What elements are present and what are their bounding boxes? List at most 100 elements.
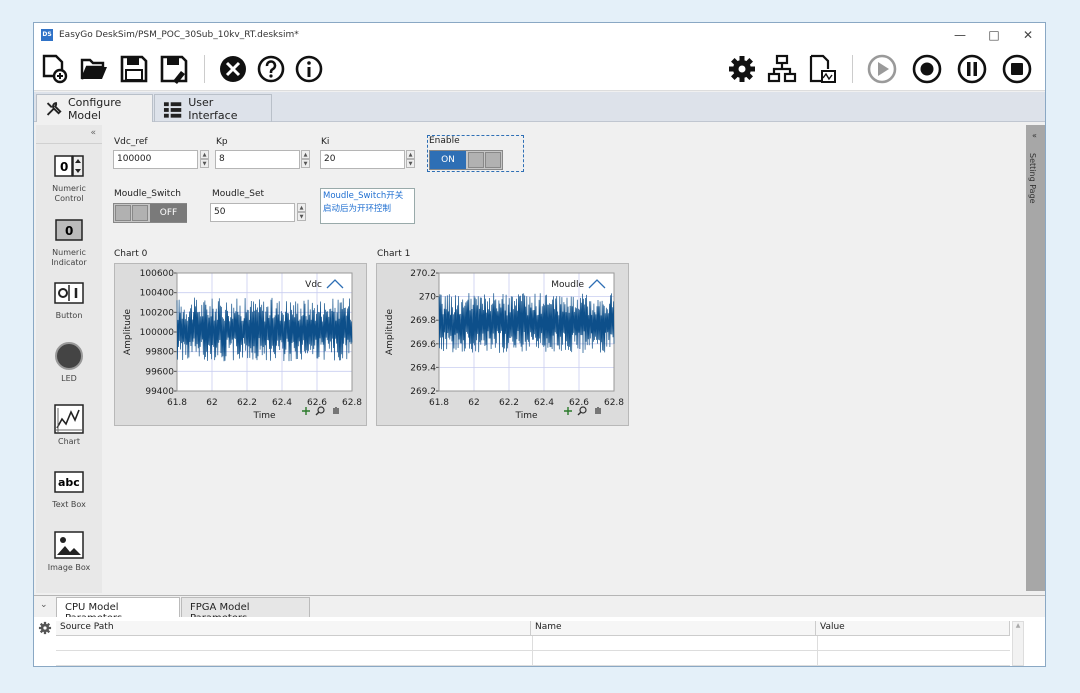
app-window: DS EasyGo DeskSim/PSM_POC_30Sub_10kv_RT.… — [33, 22, 1046, 667]
column-header-value[interactable]: Value — [816, 621, 1010, 636]
palette-label: LED — [61, 374, 77, 383]
open-folder-button[interactable] — [78, 53, 110, 85]
main-toolbar — [34, 47, 1045, 91]
tab-fpga-model-parameters[interactable]: FPGA Model Parameters — [181, 597, 310, 624]
x-tick-label: 62 — [468, 398, 479, 408]
ki-input[interactable]: 20 — [320, 150, 405, 169]
palette-label: Chart — [58, 437, 80, 446]
palette-image-box[interactable]: Image Box — [36, 530, 102, 573]
chart0-title: Chart 0 — [114, 249, 148, 259]
ki-stepper[interactable]: ▲ ▼ — [406, 150, 415, 169]
vdc-ref-stepper[interactable]: ▲ ▼ — [200, 150, 209, 169]
table-scrollbar[interactable]: ▲ — [1012, 621, 1024, 666]
column-header-source-path[interactable]: Source Path — [56, 621, 531, 636]
save-button[interactable] — [118, 53, 150, 85]
y-tick-label: 100200 — [140, 308, 175, 318]
note-line: Moudle_Switch开关 — [323, 191, 404, 201]
help-button[interactable] — [255, 53, 287, 85]
record-button[interactable] — [911, 53, 943, 85]
maximize-button[interactable]: □ — [977, 23, 1011, 47]
chart1-title: Chart 1 — [377, 249, 411, 259]
palette-label: Numeric — [52, 184, 86, 193]
chart1-widget[interactable]: 270.2 270 269.8 269.6 269.4 269.2 61.8 62 62.2 62… — [376, 263, 629, 426]
mode-tab-bar: Configure Model User Interface — [34, 92, 1045, 122]
tools-icon — [220, 56, 246, 82]
vdc-ref-label: Vdc_ref — [114, 137, 148, 147]
minimize-button[interactable]: — — [943, 23, 977, 47]
y-tick-label: 270.2 — [410, 269, 436, 279]
tab-cpu-model-parameters[interactable]: CPU Model Parameters — [56, 597, 180, 624]
note-line: 启动后为开环控制 — [323, 204, 392, 214]
collapse-bottom-icon[interactable]: ⌄ — [40, 600, 48, 610]
y-tick-label: 100600 — [140, 269, 175, 279]
tab-user-interface[interactable]: User Interface — [154, 94, 272, 122]
stop-button[interactable] — [1001, 53, 1033, 85]
open-folder-icon — [80, 58, 107, 80]
palette-label: Image Box — [47, 563, 91, 572]
save-as-button[interactable] — [158, 53, 190, 85]
palette-text-box[interactable]: abc Text Box — [36, 467, 102, 510]
chart0-widget[interactable]: 100600 100400 100200 100000 99800 99600 99400 6… — [114, 263, 367, 426]
palette-numeric-control[interactable]: 0 Numeric Control — [36, 151, 102, 204]
waveform-file-button[interactable] — [806, 53, 838, 85]
expand-setting-icon[interactable]: « — [1032, 131, 1037, 140]
tab-configure-model[interactable]: Configure Model — [36, 94, 153, 122]
y-tick-label: 269.8 — [410, 316, 436, 326]
tools-button[interactable] — [217, 53, 249, 85]
x-tick-label: 61.8 — [429, 398, 449, 408]
pan-hand-icon — [595, 407, 601, 414]
info-button[interactable] — [293, 53, 325, 85]
network-button[interactable] — [766, 53, 798, 85]
kp-input[interactable]: 8 — [215, 150, 300, 169]
y-axis-label: Amplitude — [385, 308, 395, 355]
settings-button[interactable] — [726, 53, 758, 85]
x-tick-label: 62.4 — [534, 398, 554, 408]
moudle-set-input[interactable]: 50 — [210, 203, 295, 222]
legend-label: Vdc — [305, 280, 322, 290]
y-tick-label: 99400 — [145, 387, 174, 397]
palette-numeric-indicator[interactable]: 0 Numeric Indicator — [36, 215, 102, 268]
setting-page-panel[interactable]: « Setting Page — [1026, 125, 1045, 591]
pause-icon — [957, 54, 987, 84]
x-axis-label: Time — [252, 411, 275, 421]
gear-icon[interactable] — [38, 621, 52, 638]
pause-button[interactable] — [956, 53, 988, 85]
palette-chart[interactable]: Chart — [36, 404, 102, 447]
enable-toggle[interactable]: ON — [429, 150, 503, 170]
column-header-name[interactable]: Name — [531, 621, 816, 636]
tab-label: Configure Model — [67, 95, 122, 122]
note-text-box: Moudle_Switch开关 启动后为开环控制 — [320, 188, 415, 224]
chart0-plot: 1006001004001002001000009980099600994006… — [123, 269, 362, 421]
stop-icon — [1002, 54, 1032, 84]
add-cursor-icon — [302, 407, 310, 415]
y-tick-label: 269.4 — [410, 363, 436, 373]
glyph: 0 — [65, 224, 73, 238]
table-row[interactable] — [56, 636, 1010, 651]
button-icon — [54, 278, 84, 308]
collapse-palette-icon[interactable]: « — [90, 128, 96, 138]
window-title: EasyGo DeskSim/PSM_POC_30Sub_10kv_RT.des… — [59, 30, 299, 40]
new-file-icon — [42, 54, 68, 84]
new-file-button[interactable] — [38, 53, 70, 85]
close-button[interactable]: ✕ — [1011, 23, 1045, 47]
palette-led[interactable]: LED — [36, 341, 102, 384]
run-button[interactable] — [866, 53, 898, 85]
kp-stepper[interactable]: ▲ ▼ — [301, 150, 310, 169]
x-tick-label: 62.4 — [272, 398, 292, 408]
vdc-ref-input[interactable]: 100000 — [113, 150, 198, 169]
led-icon — [54, 341, 84, 371]
zoom-icon-handle — [577, 411, 582, 416]
save-as-icon — [160, 55, 188, 84]
numeric-indicator-icon: 0 — [54, 215, 84, 245]
moudle-switch-toggle[interactable]: OFF — [113, 203, 187, 223]
play-icon — [867, 54, 897, 84]
palette-button[interactable]: Button — [36, 278, 102, 321]
moudle-set-stepper[interactable]: ▲ ▼ — [297, 203, 306, 222]
save-icon — [120, 55, 148, 83]
info-icon — [295, 55, 323, 83]
x-tick-label: 62 — [206, 398, 217, 408]
design-canvas[interactable]: Vdc_ref 100000 ▲ ▼ Kp 8 ▲ ▼ Ki 20 ▲ ▼ Enabl… — [104, 123, 1026, 593]
table-row[interactable] — [56, 651, 1010, 666]
numeric-control-icon: 0 — [54, 151, 84, 181]
network-icon — [767, 54, 797, 83]
